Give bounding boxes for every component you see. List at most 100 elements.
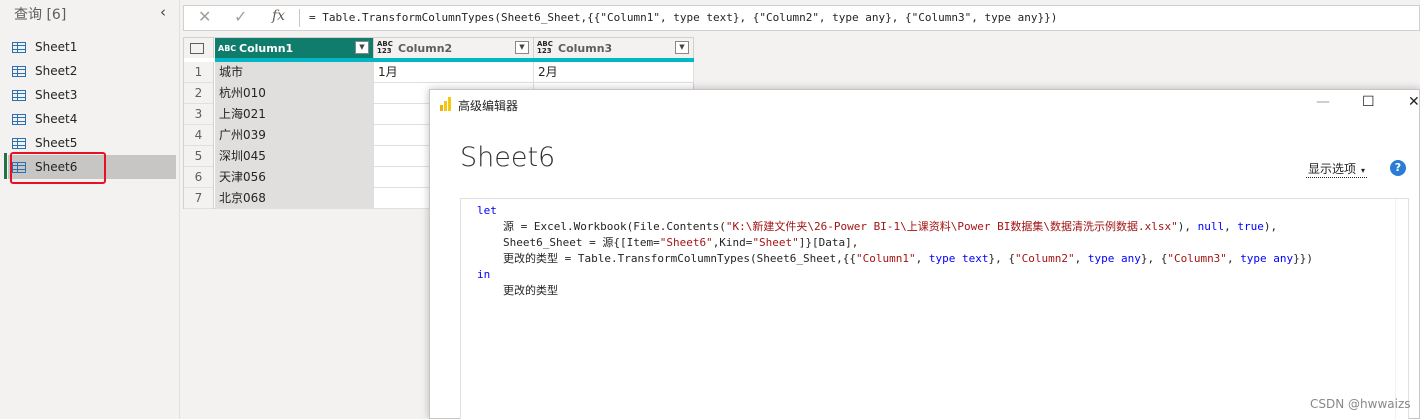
filter-dropdown-icon[interactable]: ▼ bbox=[675, 41, 689, 54]
code-line: Sheet6_Sheet = 源{[Item="Sheet6",Kind="Sh… bbox=[477, 235, 1408, 251]
row-number[interactable]: 1 bbox=[184, 62, 214, 83]
power-bi-icon bbox=[440, 97, 452, 111]
table-icon bbox=[12, 113, 26, 125]
minimize-icon[interactable]: — bbox=[1316, 94, 1330, 110]
power-query-editor: 查询 [6] ‹ Sheet1 Sheet2 Sheet3 Sheet4 She… bbox=[0, 0, 1420, 419]
help-icon[interactable]: ? bbox=[1390, 160, 1406, 176]
code-line: in bbox=[477, 267, 1408, 283]
collapse-pane-icon[interactable]: ‹ bbox=[160, 3, 166, 21]
code-editor[interactable]: let 源 = Excel.Workbook(File.Contents("K:… bbox=[460, 198, 1409, 419]
query-item-label: Sheet4 bbox=[35, 112, 78, 126]
code-token: }}) bbox=[1293, 252, 1314, 265]
row-number[interactable]: 4 bbox=[184, 125, 214, 146]
code-token: type text bbox=[928, 252, 989, 265]
code-token: 源 = Excel.Workbook(File.Contents( bbox=[503, 220, 726, 233]
code-token: ,Kind= bbox=[712, 236, 753, 249]
close-icon[interactable]: ✕ bbox=[1408, 94, 1420, 110]
cancel-icon[interactable]: ✕ bbox=[198, 7, 211, 26]
formula-buttons: ✕ ✓ fx bbox=[184, 6, 296, 30]
display-options-dropdown[interactable]: 显示选项 ▾ bbox=[1306, 160, 1368, 178]
filter-dropdown-icon[interactable]: ▼ bbox=[515, 41, 529, 54]
code-token: , bbox=[1074, 252, 1088, 265]
code-token: "Column3" bbox=[1167, 252, 1227, 265]
table-menu-icon[interactable] bbox=[190, 42, 204, 54]
queries-pane: 查询 [6] ‹ Sheet1 Sheet2 Sheet3 Sheet4 She… bbox=[0, 0, 180, 419]
code-token: type any bbox=[1240, 252, 1294, 265]
row-number[interactable]: 7 bbox=[184, 188, 214, 209]
dialog-title: 高级编辑器 bbox=[458, 99, 519, 113]
code-token: Sheet6_Sheet = 源{[Item= bbox=[503, 236, 660, 249]
code-line: let bbox=[477, 203, 1408, 219]
code-token: ), bbox=[1177, 220, 1198, 233]
code-token: ]}[Data], bbox=[798, 236, 859, 249]
selection-indicator bbox=[4, 153, 7, 179]
code-token: , bbox=[915, 252, 929, 265]
code-token: in bbox=[477, 268, 491, 281]
commit-icon[interactable]: ✓ bbox=[234, 7, 247, 26]
code-token: "Column1" bbox=[856, 252, 916, 265]
code-token: }, { bbox=[1140, 252, 1168, 265]
column-header-column2[interactable]: ABC 123 Column2 ▼ bbox=[374, 38, 534, 58]
display-options-label: 显示选项 bbox=[1308, 162, 1357, 176]
column-header-column3[interactable]: ABC 123 Column3 ▼ bbox=[534, 38, 694, 58]
code-token: "Sheet6" bbox=[659, 236, 713, 249]
text-type-icon[interactable]: ABC bbox=[218, 44, 236, 52]
table-icon bbox=[12, 65, 26, 77]
watermark: CSDN @hwwaizs bbox=[1310, 397, 1411, 411]
table-cell[interactable]: 深圳045 bbox=[215, 146, 374, 167]
query-item-sheet4[interactable]: Sheet4 bbox=[8, 107, 176, 131]
code-token: true bbox=[1237, 220, 1264, 233]
table-cell[interactable]: 上海021 bbox=[215, 104, 374, 125]
code-line: 源 = Excel.Workbook(File.Contents("K:\新建文… bbox=[477, 219, 1408, 235]
query-item-sheet2[interactable]: Sheet2 bbox=[8, 59, 176, 83]
any-type-icon[interactable]: ABC 123 bbox=[377, 41, 393, 55]
query-item-label: Sheet5 bbox=[35, 136, 78, 150]
formula-separator bbox=[299, 9, 300, 27]
query-item-label: Sheet1 bbox=[35, 40, 78, 54]
formula-text[interactable]: = Table.TransformColumnTypes(Sheet6_Shee… bbox=[309, 11, 1057, 24]
code-token: null bbox=[1197, 220, 1225, 233]
maximize-icon[interactable]: ☐ bbox=[1362, 94, 1375, 110]
row-number[interactable]: 2 bbox=[184, 83, 214, 104]
row-number[interactable]: 6 bbox=[184, 167, 214, 188]
code-token: 更改的类型 = Table.TransformColumnTypes(Sheet… bbox=[503, 252, 857, 265]
code-token: "Sheet" bbox=[752, 236, 799, 249]
query-item-label: Sheet2 bbox=[35, 64, 78, 78]
row-number[interactable]: 3 bbox=[184, 104, 214, 125]
chevron-down-icon: ▾ bbox=[1361, 166, 1366, 175]
table-cell[interactable]: 北京068 bbox=[215, 188, 374, 209]
filter-dropdown-icon[interactable]: ▼ bbox=[355, 41, 369, 54]
code-token: 更改的类型 bbox=[503, 284, 558, 297]
formula-bar: ✕ ✓ fx = Table.TransformColumnTypes(Shee… bbox=[183, 5, 1420, 31]
table-cell[interactable]: 2月 bbox=[534, 62, 694, 83]
code-token: , bbox=[1226, 252, 1241, 265]
code-token: "K:\新建文件夹\26-Power BI-1\上课资料\Power BI数据集… bbox=[725, 220, 1178, 233]
column-name: Column1 bbox=[239, 41, 294, 55]
code-token: ), bbox=[1263, 220, 1278, 233]
highlight-annotation bbox=[10, 152, 106, 184]
query-item-sheet3[interactable]: Sheet3 bbox=[8, 83, 176, 107]
any-type-icon[interactable]: ABC 123 bbox=[537, 41, 553, 55]
query-item-sheet1[interactable]: Sheet1 bbox=[8, 35, 176, 59]
code-line: 更改的类型 = Table.TransformColumnTypes(Sheet… bbox=[477, 251, 1408, 267]
table-cell[interactable]: 广州039 bbox=[215, 125, 374, 146]
code-token: type any bbox=[1087, 252, 1141, 265]
fx-icon[interactable]: fx bbox=[272, 8, 285, 24]
query-name-heading: Sheet6 bbox=[460, 142, 556, 173]
table-cell[interactable]: 1月 bbox=[374, 62, 534, 83]
code-token: , bbox=[1224, 220, 1238, 233]
column-name: Column3 bbox=[558, 41, 613, 55]
table-cell[interactable]: 杭州010 bbox=[215, 83, 374, 104]
table-cell[interactable]: 天津056 bbox=[215, 167, 374, 188]
table-icon bbox=[12, 89, 26, 101]
table-icon bbox=[12, 41, 26, 53]
row-number[interactable]: 5 bbox=[184, 146, 214, 167]
code-token: }, { bbox=[988, 252, 1015, 265]
advanced-editor-dialog: 高级编辑器 — ☐ ✕ Sheet6 显示选项 ▾ ? let 源 = Excel… bbox=[429, 89, 1420, 419]
code-scrollbar[interactable] bbox=[1395, 199, 1408, 419]
grid-corner-menu[interactable] bbox=[184, 38, 214, 58]
column-header-column1[interactable]: ABC Column1 ▼ bbox=[215, 38, 374, 58]
table-cell[interactable]: 城市 bbox=[215, 62, 374, 83]
queries-header: 查询 [6] bbox=[14, 7, 67, 23]
code-token: let bbox=[477, 204, 497, 217]
